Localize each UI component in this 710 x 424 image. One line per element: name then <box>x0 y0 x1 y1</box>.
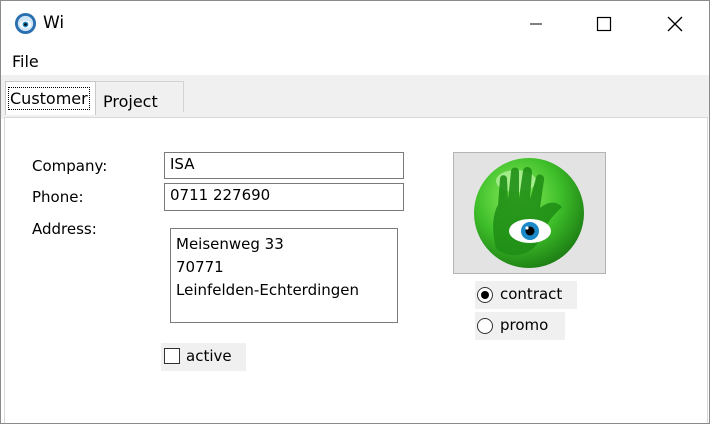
phone-field[interactable]: 0711 227690 <box>164 183 404 211</box>
phone-label: Phone: <box>32 188 84 206</box>
minimize-icon <box>530 23 542 24</box>
address-label: Address: <box>32 220 97 238</box>
maximize-button[interactable] <box>581 1 627 46</box>
address-textarea[interactable]: Meisenweg 33 70771 Leinfelden-Echterding… <box>170 228 398 323</box>
company-field[interactable]: ISA <box>164 152 404 179</box>
checkbox-box <box>164 348 180 364</box>
radio-contract[interactable]: contract <box>475 281 577 309</box>
company-label: Company: <box>32 157 108 175</box>
radio-promo-circle <box>477 318 493 334</box>
address-line-3: Leinfelden-Echterdingen <box>176 281 360 299</box>
app-window: Wi File Customer Project Company: ISA Ph… <box>0 0 710 424</box>
active-checkbox[interactable]: active <box>161 343 246 371</box>
radio-promo[interactable]: promo <box>475 312 565 340</box>
radio-contract-label: contract <box>500 285 563 303</box>
radio-selected-dot <box>481 291 489 299</box>
radio-promo-label: promo <box>500 316 549 334</box>
eye-hand-logo-icon <box>14 12 37 35</box>
menu-file[interactable]: File <box>12 52 39 71</box>
tab-customer[interactable]: Customer <box>5 81 96 115</box>
title-bar[interactable]: Wi <box>1 1 709 46</box>
close-button[interactable] <box>652 1 698 46</box>
window-title: Wi <box>43 13 65 33</box>
tab-customer-label: Customer <box>8 87 90 110</box>
logo-image-box <box>453 152 606 274</box>
radio-contract-circle <box>477 287 493 303</box>
address-line-2: 70771 <box>176 258 224 276</box>
maximize-icon <box>596 16 612 31</box>
menu-bar: File <box>1 47 709 75</box>
active-label: active <box>186 347 232 365</box>
address-line-1: Meisenweg 33 <box>176 235 284 253</box>
tab-project-label: Project <box>103 92 158 111</box>
close-icon <box>667 16 683 31</box>
tab-project[interactable]: Project <box>95 81 184 112</box>
green-hand-eye-logo-icon <box>474 158 584 268</box>
tab-strip: Customer Project <box>1 75 709 119</box>
minimize-button[interactable] <box>513 1 559 46</box>
